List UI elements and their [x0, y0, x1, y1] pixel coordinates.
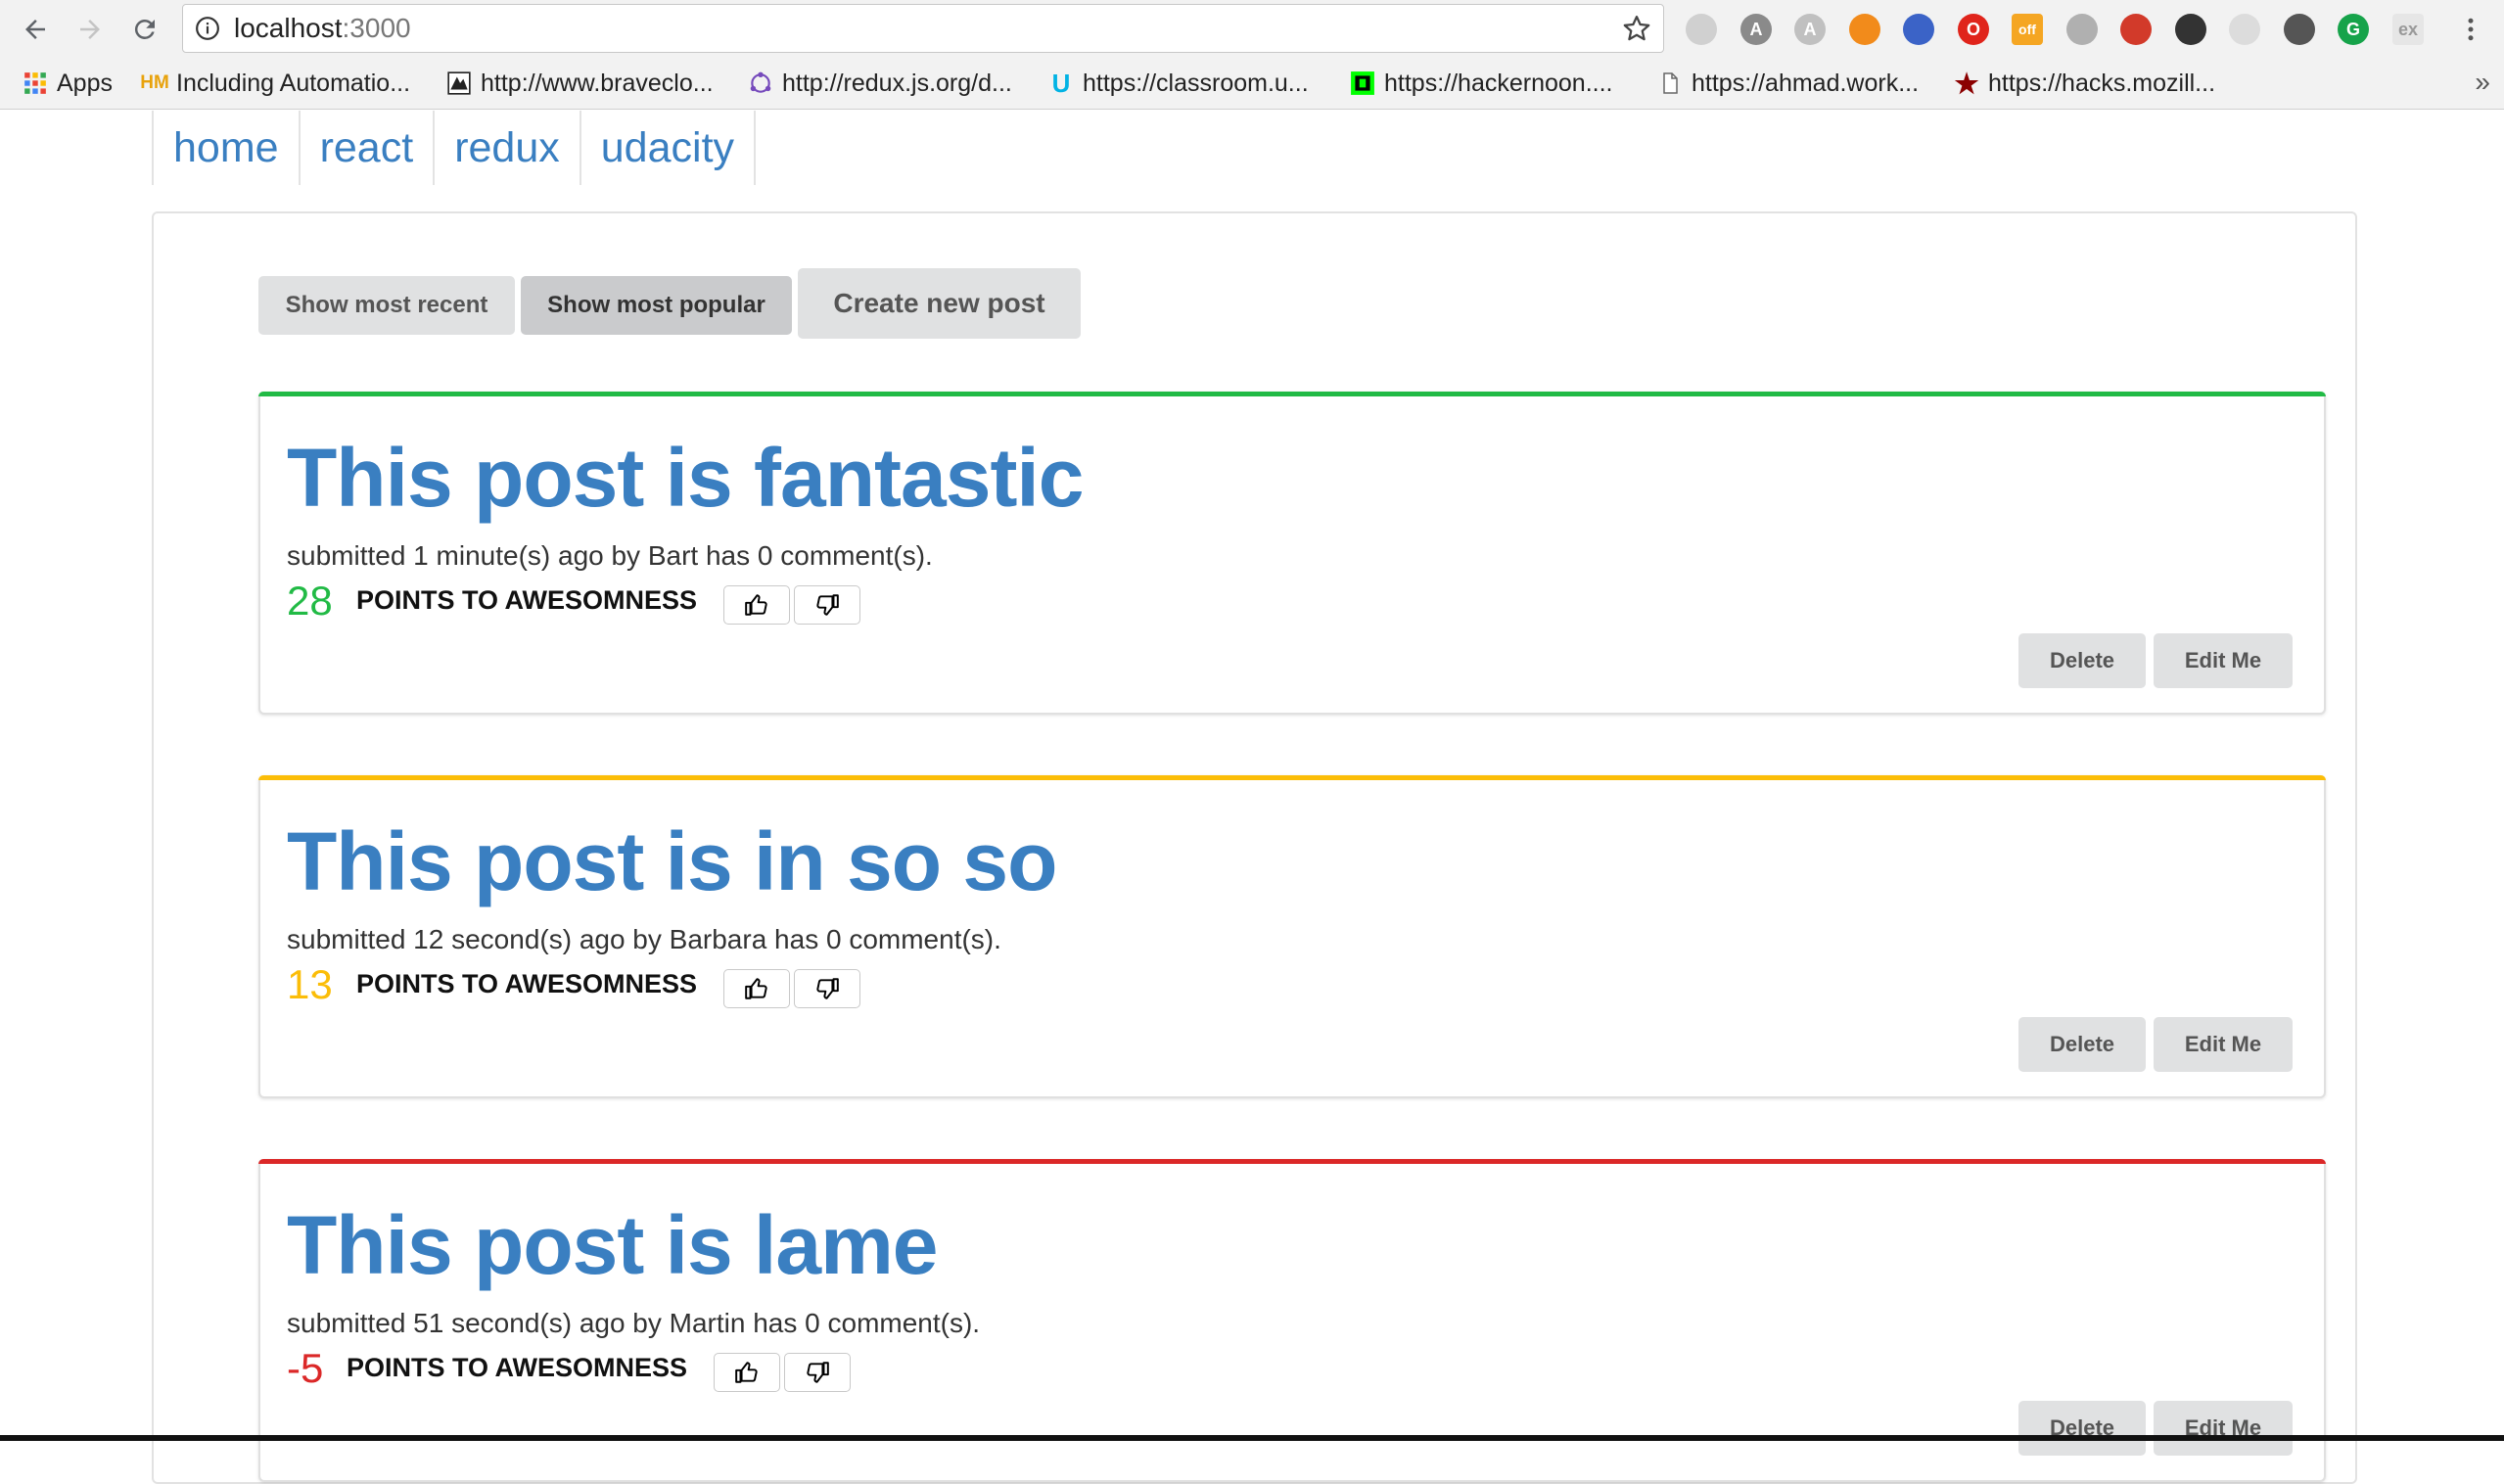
back-button[interactable]: [14, 8, 57, 51]
bookmark-udacity-classroom[interactable]: U https://classroom.u...: [1047, 68, 1309, 99]
post-meta: submitted 1 minute(s) ago by Bart has 0 …: [287, 540, 933, 571]
thumbs-up-icon: [735, 1362, 758, 1383]
info-icon[interactable]: [195, 16, 220, 41]
reload-button[interactable]: [123, 8, 166, 51]
tomato-icon[interactable]: [2284, 14, 2315, 45]
delete-button[interactable]: Delete: [2018, 633, 2146, 688]
create-new-post-button[interactable]: Create new post: [798, 268, 1081, 339]
kebab-menu-icon: [2468, 18, 2474, 41]
score-color-bar: [258, 775, 2326, 780]
post-score: -5: [287, 1345, 324, 1391]
grammarly-icon[interactable]: G: [2338, 14, 2369, 45]
reload-icon: [134, 19, 155, 39]
page-icon: [1656, 70, 1684, 97]
nav-redux[interactable]: redux: [433, 111, 580, 185]
forward-arrow-icon: [80, 20, 100, 39]
block-icon[interactable]: [1903, 14, 1934, 45]
post-title[interactable]: This post is lame: [287, 1198, 939, 1293]
downvote-button[interactable]: [794, 969, 860, 1008]
address-bar[interactable]: localhost:3000: [182, 4, 1664, 53]
brave-icon: [445, 70, 473, 97]
bookmark-mozilla-hacks[interactable]: ★ https://hacks.mozill...: [1953, 68, 2215, 99]
bookmark-label: https://ahmad.work...: [1692, 69, 1920, 97]
delete-button[interactable]: Delete: [2018, 1401, 2146, 1456]
post-card: This post is fantastic submitted 1 minut…: [258, 392, 2326, 715]
bookmark-braveclouds[interactable]: http://www.braveclo...: [445, 68, 714, 99]
thumbs-up-icon: [745, 978, 767, 999]
post-card: This post is lame submitted 51 second(s)…: [258, 1159, 2326, 1482]
redux-icon: [747, 70, 774, 97]
hackernoon-icon: [1349, 70, 1376, 97]
post-title[interactable]: This post is in so so: [287, 814, 1057, 909]
udacity-icon: U: [1051, 68, 1071, 98]
star-bookmark-icon: ★: [1954, 68, 1979, 99]
post-score: 28: [287, 578, 333, 624]
bookmark-hackernoon[interactable]: https://hackernoon....: [1349, 68, 1612, 99]
bookmark-label: http://redux.js.org/d...: [782, 69, 1012, 97]
angular-light-icon[interactable]: A: [1794, 14, 1826, 45]
downvote-button[interactable]: [794, 585, 860, 625]
score-color-bar: [258, 392, 2326, 396]
thumbs-down-icon: [816, 594, 839, 616]
honey-off-icon[interactable]: off: [2012, 14, 2043, 45]
nav-react[interactable]: react: [298, 111, 434, 185]
back-arrow-icon: [25, 20, 45, 39]
bookmark-label: https://hackernoon....: [1384, 69, 1613, 97]
apps-grid-icon: [22, 70, 49, 97]
thumbs-down-icon: [807, 1362, 829, 1383]
upvote-button[interactable]: [714, 1353, 780, 1392]
angular-icon[interactable]: A: [1740, 14, 1772, 45]
post-title[interactable]: This post is fantastic: [287, 431, 1084, 526]
ex-icon[interactable]: ex: [2392, 14, 2424, 45]
bookmark-label: http://www.braveclo...: [481, 69, 714, 97]
points-label: POINTS TO AWESOMNESS: [356, 969, 698, 998]
post-score: 13: [287, 961, 333, 1007]
url-text: localhost:3000: [234, 13, 411, 43]
browser-toolbar: localhost:3000 A A Ooff Gex: [0, 0, 2504, 59]
nav-home[interactable]: home: [152, 111, 299, 185]
bookmark-label: https://hacks.mozill...: [1988, 69, 2216, 97]
redux-devtools-icon[interactable]: [2120, 14, 2152, 45]
downvote-button[interactable]: [784, 1353, 851, 1392]
evernote-icon[interactable]: [2175, 14, 2206, 45]
edit-button[interactable]: Edit Me: [2154, 1401, 2293, 1456]
thumbs-down-icon: [816, 978, 839, 999]
drive-icon[interactable]: [2066, 14, 2098, 45]
top-nav: home react redux udacity: [152, 111, 757, 185]
bookmark-label: Including Automatio...: [176, 69, 411, 97]
window-bottom-edge: [0, 1435, 2504, 1441]
bookmark-apps[interactable]: Apps: [22, 68, 113, 99]
points-label: POINTS TO AWESOMNESS: [356, 585, 698, 615]
upvote-button[interactable]: [723, 585, 790, 625]
edit-button[interactable]: Edit Me: [2154, 633, 2293, 688]
browser-menu-button[interactable]: [2449, 8, 2492, 51]
show-most-recent-button[interactable]: Show most recent: [258, 276, 515, 335]
bookmark-label: https://classroom.u...: [1083, 69, 1309, 97]
points-label: POINTS TO AWESOMNESS: [347, 1353, 688, 1382]
edit-button[interactable]: Edit Me: [2154, 1017, 2293, 1072]
opera-icon[interactable]: O: [1958, 14, 1989, 45]
orange-extension-icon[interactable]: [1849, 14, 1880, 45]
bookmark-including-automation[interactable]: HM Including Automatio...: [140, 68, 411, 99]
forward-button[interactable]: [69, 8, 112, 51]
circle-extension-icon[interactable]: [2229, 14, 2260, 45]
score-color-bar: [258, 1159, 2326, 1164]
post-meta: submitted 51 second(s) ago by Martin has…: [287, 1308, 981, 1338]
extension-icon[interactable]: [1686, 14, 1717, 45]
hm-icon: HM: [140, 72, 169, 93]
upvote-button[interactable]: [723, 969, 790, 1008]
bookmark-star-icon[interactable]: [1622, 14, 1651, 43]
thumbs-up-icon: [745, 594, 767, 616]
bookmark-ahmad-work[interactable]: https://ahmad.work...: [1656, 68, 1919, 99]
bookmarks-bar: Apps HM Including Automatio... http://ww…: [0, 59, 2504, 110]
nav-udacity[interactable]: udacity: [579, 111, 757, 185]
post-meta: submitted 12 second(s) ago by Barbara ha…: [287, 924, 1001, 954]
bookmark-label: Apps: [57, 69, 113, 97]
delete-button[interactable]: Delete: [2018, 1017, 2146, 1072]
bookmark-redux-docs[interactable]: http://redux.js.org/d...: [747, 68, 1012, 99]
bookmarks-overflow-button[interactable]: »: [2475, 67, 2490, 98]
show-most-popular-button[interactable]: Show most popular: [521, 276, 792, 335]
post-card: This post is in so so submitted 12 secon…: [258, 775, 2326, 1098]
